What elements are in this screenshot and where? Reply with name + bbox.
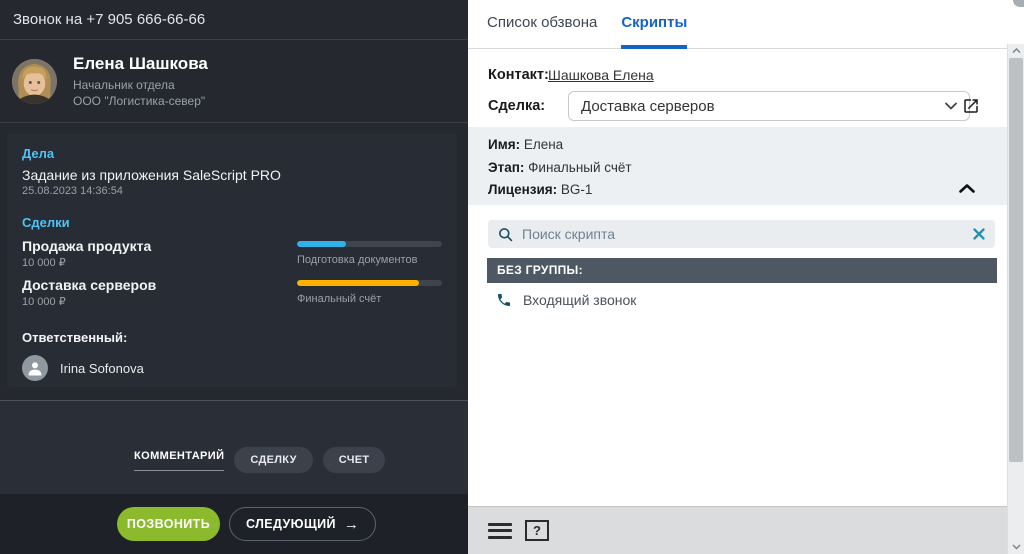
script-search-input[interactable] <box>522 226 973 242</box>
task-title: Задание из приложения SaleScript PRO <box>22 167 442 183</box>
scroll-down-button[interactable] <box>1008 540 1024 554</box>
deal-item[interactable]: Продажа продукта 10 000 ₽ Подготовка док… <box>22 238 442 269</box>
search-icon <box>498 227 513 242</box>
deal-item[interactable]: Доставка серверов 10 000 ₽ Финальный счё… <box>22 277 442 308</box>
info-name-label: Имя: <box>488 137 520 152</box>
call-button[interactable]: ПОЗВОНИТЬ <box>117 507 220 541</box>
tasks-section-label: Дела <box>22 146 442 161</box>
responsible-user: Irina Sofonova <box>22 355 442 381</box>
add-comment-button[interactable]: КОММЕНТАРИЙ <box>134 450 224 471</box>
info-license-label: Лицензия: <box>488 182 557 197</box>
quick-actions-section: КОММЕНТАРИЙ СДЕЛКУ СЧЕТ <box>0 400 468 494</box>
person-icon <box>26 359 44 377</box>
hamburger-icon <box>488 523 512 526</box>
clear-search-button[interactable] <box>973 228 985 240</box>
info-name-value: Елена <box>524 137 563 152</box>
deal-title: Доставка серверов <box>22 277 156 293</box>
info-license-line: Лицензия: BG-1 <box>488 182 987 197</box>
deals-section-label: Сделки <box>22 215 442 230</box>
add-invoice-button[interactable]: СЧЕТ <box>323 447 386 473</box>
contact-name: Елена Шашкова <box>73 54 208 74</box>
deal-info-box: Имя: Елена Этап: Финальный счёт Лицензия… <box>468 127 1007 205</box>
contact-details-card: Дела Задание из приложения SaleScript PR… <box>7 134 457 387</box>
info-name-line: Имя: Елена <box>488 137 987 152</box>
scripts-content: Контакт: Шашкова Елена Сделка: Доставка … <box>468 49 1007 554</box>
deal-progress-bar <box>297 241 442 247</box>
add-deal-button[interactable]: СДЕЛКУ <box>234 447 312 473</box>
arrow-right-icon: → <box>344 516 359 533</box>
contact-field-label: Контакт: <box>488 67 548 83</box>
responsible-label: Ответственный: <box>22 330 442 345</box>
deal-title: Продажа продукта <box>22 238 151 254</box>
scroll-up-button[interactable] <box>1008 44 1024 58</box>
chevron-up-icon <box>959 184 975 193</box>
deal-select-dropdown[interactable]: Доставка серверов <box>568 91 970 121</box>
info-stage-line: Этап: Финальный счёт <box>488 160 987 175</box>
deal-amount: 10 000 ₽ <box>22 256 151 269</box>
info-stage-label: Этап: <box>488 160 524 175</box>
bottom-toolbar: ? <box>468 506 1007 554</box>
chevron-down-icon <box>945 102 957 110</box>
tab-bar: Список обзвона Скрипты <box>468 0 1024 49</box>
script-group-header: БЕЗ ГРУППЫ: <box>487 258 997 283</box>
script-item-incoming-call[interactable]: Входящий звонок <box>487 289 636 311</box>
deal-progress-fill <box>297 241 346 247</box>
contact-field-row: Контакт: Шашкова Елена <box>488 67 654 83</box>
close-icon <box>973 228 985 240</box>
collapse-info-button[interactable] <box>959 181 975 196</box>
call-panel: Звонок на +7 905 666-66-66 Елена Шашкова… <box>0 0 468 554</box>
tab-call-list[interactable]: Список обзвона <box>487 14 597 49</box>
script-search-bar <box>488 220 995 248</box>
deal-field-label: Сделка: <box>488 98 548 114</box>
call-footer: ПОЗВОНИТЬ СЛЕДУЮЩИЙ → <box>0 494 468 554</box>
next-button-label: СЛЕДУЮЩИЙ <box>246 517 336 531</box>
external-link-icon <box>962 97 980 115</box>
responsible-avatar <box>22 355 48 381</box>
phone-icon <box>496 292 512 308</box>
tab-scripts[interactable]: Скрипты <box>621 14 687 49</box>
help-button[interactable]: ? <box>525 520 549 541</box>
contact-avatar <box>12 59 57 104</box>
task-item[interactable]: Задание из приложения SaleScript PRO 25.… <box>22 167 442 197</box>
info-stage-value: Финальный счёт <box>528 160 631 175</box>
deal-progress-bar <box>297 280 442 286</box>
scroll-up-icon <box>1012 48 1021 54</box>
call-header: Звонок на +7 905 666-66-66 <box>0 0 468 40</box>
task-datetime: 25.08.2023 14:36:54 <box>22 185 442 197</box>
contact-company: ООО "Логистика-север" <box>73 93 208 109</box>
responsible-name: Irina Sofonova <box>60 361 144 376</box>
open-deal-button[interactable] <box>962 97 980 115</box>
next-button[interactable]: СЛЕДУЮЩИЙ → <box>229 507 376 541</box>
contact-avatar-image <box>12 59 57 104</box>
info-license-value: BG-1 <box>561 182 593 197</box>
scrollbar-thumb[interactable] <box>1009 58 1023 462</box>
deal-amount: 10 000 ₽ <box>22 295 156 308</box>
scroll-down-icon <box>1012 544 1021 550</box>
menu-button[interactable] <box>488 523 512 539</box>
deal-stage-label: Финальный счёт <box>297 293 442 305</box>
call-title: Звонок на +7 905 666-66-66 <box>13 11 205 28</box>
deal-select-value: Доставка серверов <box>581 98 945 115</box>
deal-progress-fill <box>297 280 419 286</box>
script-item-label: Входящий звонок <box>523 292 636 308</box>
scripts-panel: Список обзвона Скрипты Контакт: Шашкова … <box>468 0 1024 554</box>
scrollbar[interactable] <box>1007 44 1024 554</box>
contact-link[interactable]: Шашкова Елена <box>548 67 654 83</box>
contact-role: Начальник отдела <box>73 77 208 93</box>
contact-profile: Елена Шашкова Начальник отдела ООО "Логи… <box>0 40 468 123</box>
deal-stage-label: Подготовка документов <box>297 254 442 266</box>
